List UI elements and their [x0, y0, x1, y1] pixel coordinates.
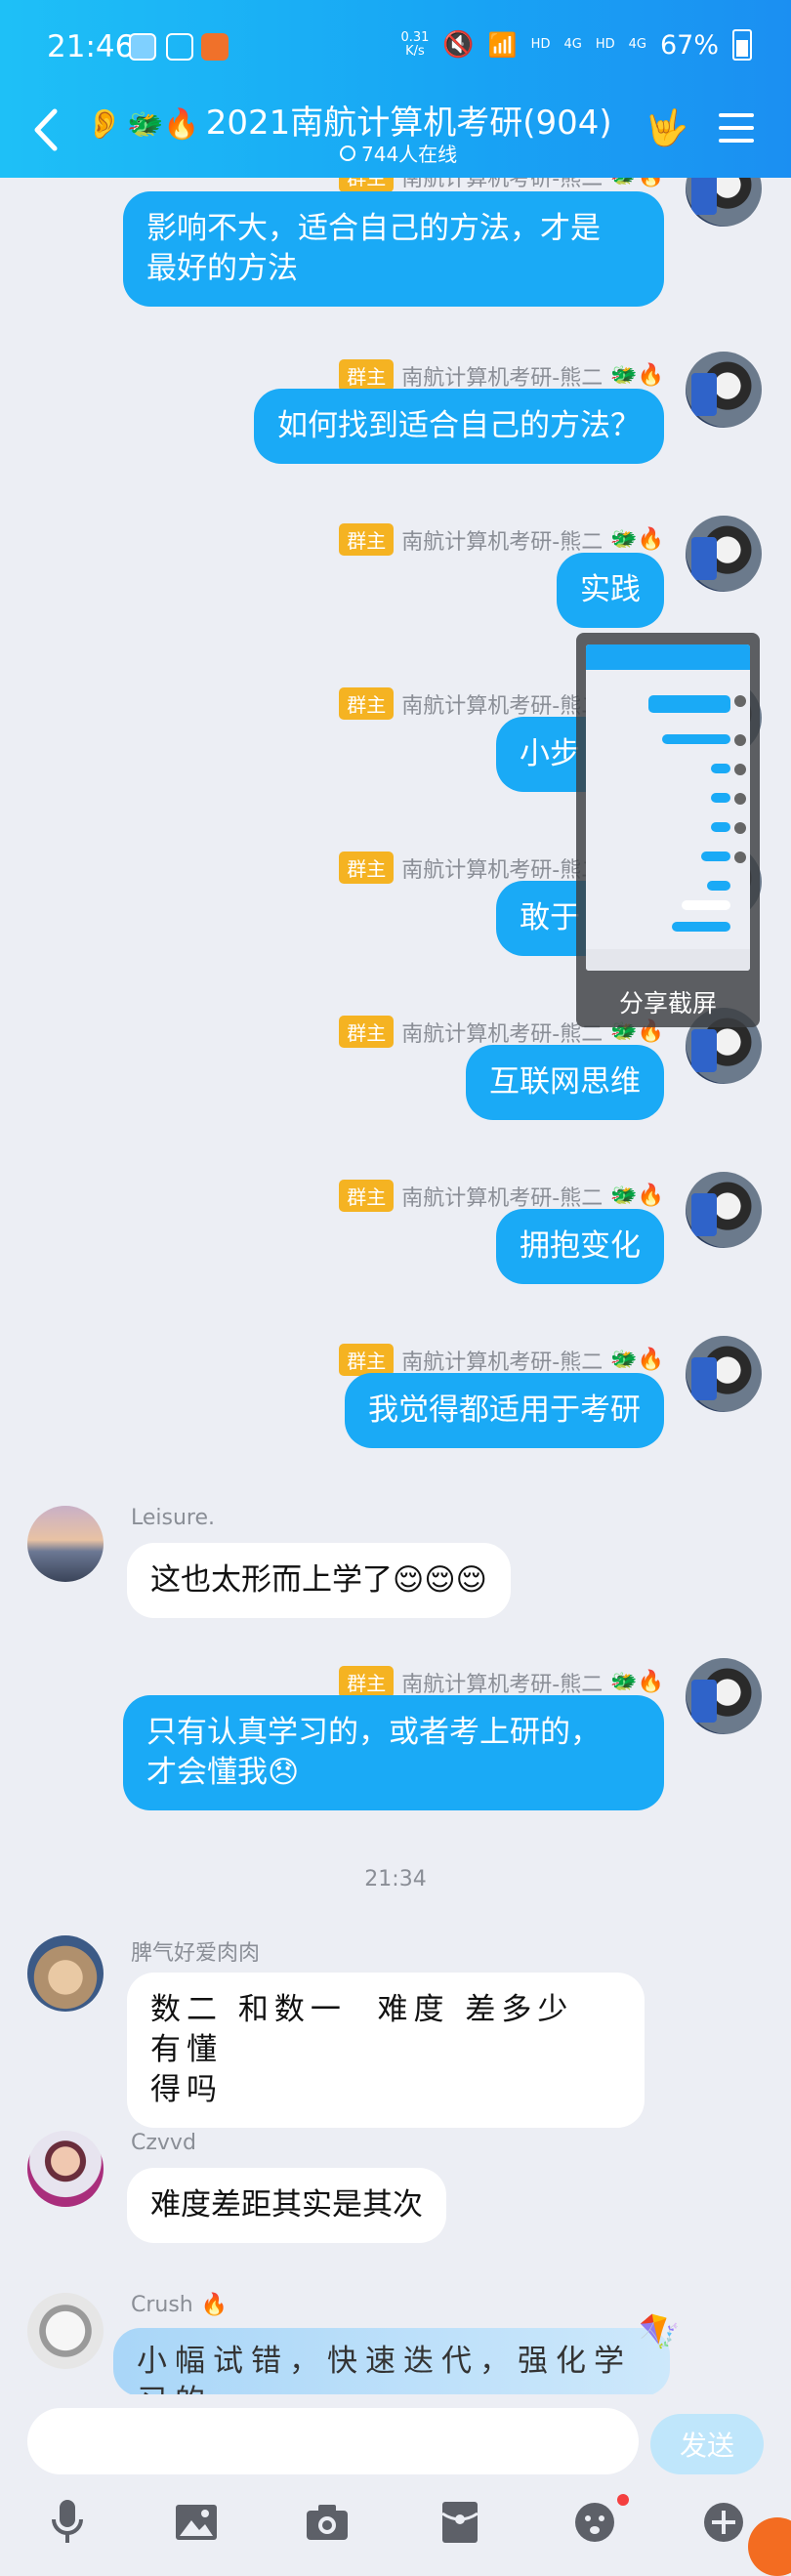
message-bubble[interactable]: 实践	[557, 553, 664, 628]
sender-meta: 群主南航计算机考研-熊二🐲🔥	[339, 178, 664, 192]
mic-icon[interactable]	[43, 2498, 92, 2547]
share-screenshot-card[interactable]: 分享截屏	[576, 633, 760, 1027]
chat-header: 21:46 0.31 K/s 🔇 📶 HD 4G HD 4G 67% 👂 🐲🔥 2…	[0, 0, 791, 178]
taobao-notification-icon	[201, 33, 229, 61]
avatar[interactable]	[686, 1658, 762, 1734]
message-bubble[interactable]: 拥抱变化	[496, 1209, 664, 1284]
gallery-notification-icon	[166, 33, 193, 61]
avatar[interactable]	[686, 352, 762, 428]
avatar[interactable]	[686, 1172, 762, 1248]
camera-icon[interactable]	[303, 2498, 352, 2547]
message-input[interactable]	[27, 2408, 639, 2474]
message-bubble[interactable]: 只有认真学习的，或者考上研的， 才会懂我😞	[123, 1695, 664, 1810]
sender-name: 脾气好爱肉肉	[131, 1941, 261, 1966]
image-icon[interactable]	[172, 2498, 221, 2547]
message-bubble[interactable]: 难度差距其实是其次	[127, 2168, 446, 2243]
hd-label-1: HD	[530, 37, 551, 52]
title-emoji: 🐲🔥	[127, 107, 200, 142]
status-right: 0.31 K/s 🔇 📶 HD 4G HD 4G 67%	[400, 29, 752, 61]
message-timestamp: 21:34	[364, 1867, 427, 1891]
avatar[interactable]	[27, 2293, 104, 2369]
sender-meta: 群主南航计算机考研-熊二🐲🔥	[339, 1666, 664, 1698]
menu-icon[interactable]	[719, 113, 754, 145]
message-bubble[interactable]: 如何找到适合自己的方法？	[254, 389, 664, 464]
message-bubble[interactable]: 小幅试错，快速迭代，强化学习的	[113, 2328, 670, 2394]
status-bar: 21:46 0.31 K/s 🔇 📶 HD 4G HD 4G 67%	[0, 0, 791, 98]
app-notification-icon	[129, 33, 156, 61]
online-count: 744人在线	[340, 139, 457, 167]
sender-name: 南航计算机考研-熊二	[401, 178, 604, 191]
sender-meta: 群主南航计算机考研-熊二🐲🔥	[339, 1180, 664, 1212]
battery-percent: 67%	[659, 29, 719, 61]
avatar[interactable]	[686, 1336, 762, 1412]
message-bubble[interactable]: 这也太形而上学了😌😌😌	[127, 1543, 511, 1618]
back-arrow-icon[interactable]	[27, 105, 66, 154]
owner-badge: 群主	[339, 178, 395, 192]
sender-name: Czvvd	[131, 2131, 196, 2155]
send-button[interactable]: 发送	[650, 2414, 764, 2474]
emoji-icon[interactable]	[570, 2498, 619, 2547]
avatar[interactable]	[686, 516, 762, 592]
ear-icon[interactable]: 👂	[86, 107, 122, 142]
avatar[interactable]	[27, 1506, 104, 1582]
screenshot-thumbnail[interactable]	[586, 644, 750, 971]
plus-icon[interactable]	[699, 2498, 748, 2547]
mute-icon: 🔇	[442, 30, 475, 60]
chat-list[interactable]: 群主南航计算机考研-熊二🐲🔥 影响不大，适合自己的方法，才是 最好的方法 群主南…	[0, 178, 791, 2394]
wifi-icon: 📶	[487, 31, 518, 59]
hand-gesture-icon[interactable]: 🤟	[645, 107, 688, 150]
message-bubble[interactable]: 数二 和数一 难度 差多少 有懂 得吗	[127, 1973, 645, 2128]
status-time: 21:46	[47, 29, 135, 64]
message-bubble[interactable]: 互联网思维	[466, 1045, 664, 1120]
avatar[interactable]	[686, 178, 762, 227]
share-screenshot-label[interactable]: 分享截屏	[576, 984, 760, 1019]
sender-name: Leisure.	[131, 1506, 216, 1530]
kite-icon: 🪁	[639, 2312, 681, 2351]
signal-4g-1: 4G	[563, 37, 582, 52]
sender-meta: 群主南航计算机考研-熊二🐲🔥	[339, 359, 664, 392]
title-text: 2021南航计算机考研(904)	[205, 104, 612, 143]
notification-dot	[617, 2494, 629, 2506]
sender-meta: Crush 🔥	[131, 2293, 229, 2317]
chat-toolbar	[0, 2490, 791, 2558]
avatar[interactable]	[27, 1935, 104, 2012]
message-bubble[interactable]: 影响不大，适合自己的方法，才是 最好的方法	[123, 191, 664, 307]
signal-4g-2: 4G	[628, 37, 646, 52]
input-bar: 发送	[0, 2394, 791, 2490]
sender-name: Crush	[131, 2293, 193, 2317]
hd-label-2: HD	[595, 37, 615, 52]
online-icon	[340, 145, 355, 161]
message-bubble[interactable]: 我觉得都适用于考研	[345, 1373, 664, 1448]
battery-icon	[732, 29, 752, 61]
sender-meta: 群主南航计算机考研-熊二🐲🔥	[339, 523, 664, 556]
net-speed: 0.31 K/s	[400, 30, 430, 59]
sender-meta: 群主南航计算机考研-熊二🐲🔥	[339, 1344, 664, 1376]
group-title[interactable]: 🐲🔥 2021南航计算机考研(904)	[127, 96, 612, 144]
red-packet-icon[interactable]	[436, 2498, 484, 2547]
avatar[interactable]	[27, 2131, 104, 2207]
